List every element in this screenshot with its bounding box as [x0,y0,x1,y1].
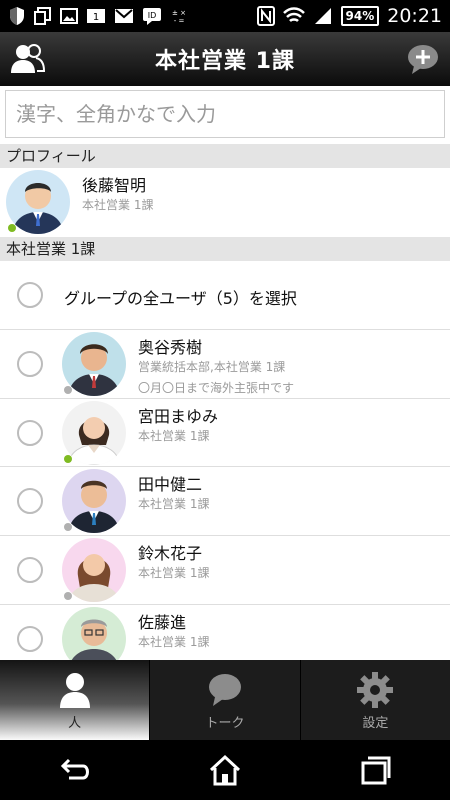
wifi-icon [282,7,305,22]
search-input[interactable] [5,90,445,138]
profile-avatar [6,170,70,234]
avatar [62,607,126,660]
member-name: 田中健二 [138,475,203,494]
member-name: 佐藤進 [138,613,187,632]
copy-icon [34,7,51,25]
member-avatar [62,607,126,660]
member-avatar [62,538,126,602]
member-row[interactable]: 奥谷秀樹 営業統括本部,本社営業 1課 〇月〇日まで海外主張中です [0,330,450,399]
profile-name: 後藤智明 [82,176,147,195]
member-radio[interactable] [17,351,43,377]
member-radio[interactable] [17,420,43,446]
person-icon [59,672,90,708]
member-name: 奥谷秀樹 [138,338,203,357]
new-chat-button[interactable] [406,42,440,76]
system-nav-bar [0,740,450,800]
search-bar [0,86,450,144]
gear-icon [357,671,394,708]
member-row[interactable]: 鈴木花子 本社営業 1課 [0,536,450,605]
svg-text:± ×: ± × [172,9,186,17]
member-row[interactable]: 宮田まゆみ 本社営業 1課 [0,399,450,467]
select-all-label: グループの全ユーザ（5）を選択 [64,289,297,308]
tab-settings[interactable]: 設定 [301,660,450,740]
member-dept: 本社営業 1課 [138,635,210,649]
profile-row[interactable]: 後藤智明 本社営業 1課 [0,168,450,236]
member-dept: 本社営業 1課 [138,566,210,580]
status-dot-online [64,455,72,463]
tab-talk[interactable]: トーク [150,660,301,740]
section-header-group: 本社営業 1課 [0,237,450,261]
clock: 20:21 [387,5,442,27]
select-all-row[interactable]: グループの全ユーザ（5）を選択 [0,261,450,330]
member-radio[interactable] [17,557,43,583]
status-dot-away [64,592,72,600]
back-icon[interactable] [55,752,95,788]
member-status-message: 〇月〇日まで海外主張中です [138,381,295,395]
app-header: 本社営業 1課 [0,32,450,86]
recent-apps-icon[interactable] [355,752,395,788]
avatar [62,469,126,533]
shield-icon [10,7,24,25]
member-avatar [62,401,126,465]
contacts-button[interactable] [10,43,46,75]
member-name: 宮田まゆみ [138,407,219,426]
tab-label: 人 [68,715,82,731]
svg-text:1: 1 [93,12,99,23]
member-row[interactable]: 田中健二 本社営業 1課 [0,467,450,536]
member-avatar [62,469,126,533]
member-dept: 本社営業 1課 [138,497,210,511]
member-dept: 本社営業 1課 [138,429,210,443]
tab-label: 設定 [362,715,389,731]
svg-text:- =: - = [174,17,185,25]
svg-text:ID: ID [148,11,157,20]
people-icon [11,44,46,73]
section-header-profile: プロフィール [0,144,450,168]
member-dept: 営業統括本部,本社営業 1課 [138,360,286,374]
status-bar: 1 ID ± × - = 94% 20:21 [0,0,450,32]
avatar [62,538,126,602]
image-icon [60,8,78,24]
avatar [62,401,126,465]
member-radio[interactable] [17,626,43,652]
member-row[interactable]: 佐藤進 本社営業 1課 [0,605,450,660]
member-avatar [62,332,126,396]
avatar [62,332,126,396]
nfc-icon [256,6,275,26]
member-name: 鈴木花子 [138,544,203,563]
message-icon: ID [143,8,161,25]
home-icon[interactable] [205,752,245,788]
status-dot-away [64,523,72,531]
notification-count-icon: 1 [87,9,105,23]
signal-icon [314,8,331,24]
calculator-icon: ± ×- = [172,9,186,25]
status-dot-away [64,386,72,394]
profile-dept: 本社営業 1課 [82,198,154,212]
battery-indicator: 94% [340,6,380,26]
chat-bubble-icon [208,673,241,706]
mail-icon [115,9,133,23]
bottom-tab-bar: 人 トーク 設定 [0,660,450,740]
tab-label: トーク [205,715,245,731]
page-title: 本社営業 1課 [155,49,295,74]
member-radio[interactable] [17,488,43,514]
select-all-radio[interactable] [17,282,43,308]
tab-people[interactable]: 人 [0,660,151,740]
avatar [6,170,70,234]
status-dot-online [8,224,16,232]
add-chat-icon [408,45,438,74]
